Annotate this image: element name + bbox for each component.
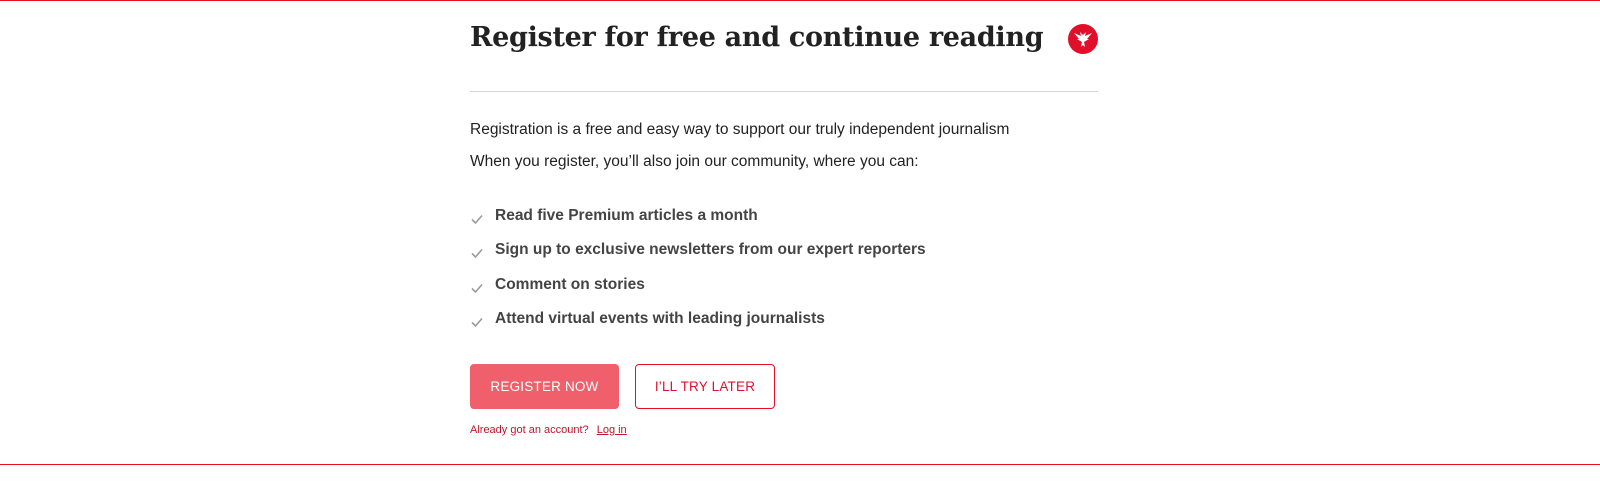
- benefit-item: Read five Premium articles a month: [470, 206, 926, 240]
- registration-modal: Register for free and continue reading R…: [470, 0, 1098, 464]
- header-divider: [470, 91, 1098, 92]
- check-icon: [471, 249, 483, 259]
- benefit-label: Read five Premium articles a month: [495, 207, 758, 224]
- register-now-button[interactable]: Register now: [470, 364, 619, 409]
- login-link[interactable]: Log in: [597, 424, 627, 436]
- benefit-item: Comment on stories: [470, 275, 926, 309]
- bottom-border-line: [0, 464, 1600, 465]
- login-prompt-row: Already got an account? Log in: [470, 424, 627, 436]
- community-text: When you register, you’ll also join our …: [470, 153, 919, 170]
- modal-title: Register for free and continue reading: [470, 22, 1044, 53]
- benefit-label: Sign up to exclusive newsletters from ou…: [495, 241, 926, 259]
- eagle-logo-icon: [1068, 24, 1098, 54]
- intro-text: Registration is a free and easy way to s…: [470, 121, 1010, 138]
- try-later-button[interactable]: I’ll try later: [635, 364, 775, 409]
- check-icon: [471, 317, 483, 328]
- check-icon: [471, 283, 483, 293]
- benefits-list: Read five Premium articles a month Sign …: [470, 206, 926, 343]
- login-prompt-text: Already got an account?: [470, 424, 589, 436]
- check-icon: [471, 214, 483, 225]
- benefit-item: Attend virtual events with leading journ…: [470, 309, 926, 343]
- benefit-label: Comment on stories: [495, 275, 645, 293]
- benefit-label: Attend virtual events with leading journ…: [495, 309, 825, 327]
- benefit-item: Sign up to exclusive newsletters from ou…: [470, 240, 926, 274]
